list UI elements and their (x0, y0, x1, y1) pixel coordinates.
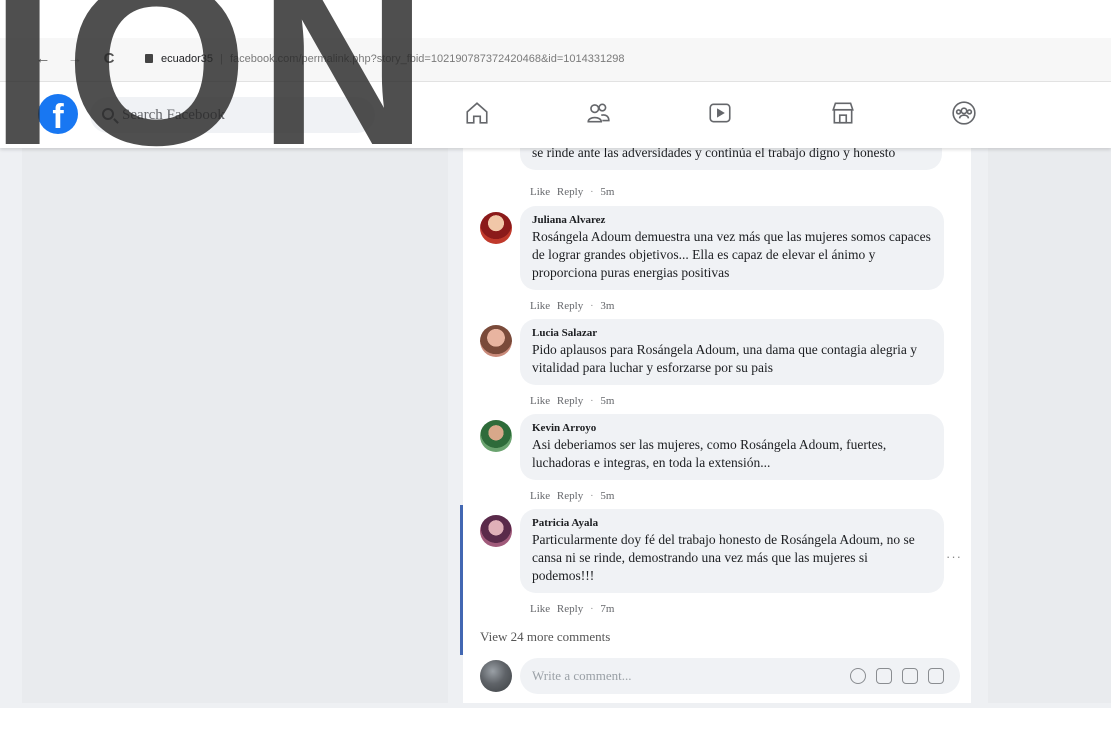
facebook-top-bar: f (0, 82, 1111, 148)
comment-actions: Like Reply · 5m (530, 186, 615, 198)
comment-actions: Like Reply · 5m (530, 395, 615, 407)
reply-link[interactable]: Reply (557, 395, 583, 407)
emoji-icon[interactable] (850, 668, 866, 684)
comment-bubble: Patricia Ayala Particularmente doy fé de… (520, 509, 944, 593)
comment-time[interactable]: 5m (600, 186, 614, 198)
avatar[interactable] (480, 212, 512, 244)
avatar[interactable] (480, 660, 512, 692)
comment-actions: Like Reply · 5m (530, 490, 615, 502)
thread-line (460, 505, 463, 655)
like-link[interactable]: Like (530, 300, 550, 312)
reply-link[interactable]: Reply (557, 490, 583, 502)
left-column (22, 148, 448, 703)
comment-time[interactable]: 5m (600, 490, 614, 502)
comment-composer[interactable] (520, 658, 960, 694)
comment-text: Asi deberiamos ser las mujeres, como Ros… (532, 437, 887, 470)
marketplace-icon[interactable] (830, 100, 860, 130)
comment-bubble: Kevin Arroyo Asi deberiamos ser las muje… (520, 414, 944, 480)
url-domain: ecuador35 (161, 53, 213, 65)
search-icon (102, 108, 114, 120)
avatar[interactable] (480, 325, 512, 357)
right-column (988, 148, 1111, 703)
search-box[interactable] (90, 97, 375, 133)
comment-text: Rosángela Adoum demuestra una vez más qu… (532, 229, 931, 280)
url-separator: | (220, 53, 223, 65)
search-input[interactable] (122, 105, 352, 125)
back-button[interactable]: ← (34, 50, 52, 68)
comment-time[interactable]: 3m (600, 300, 614, 312)
comment-actions: Like Reply · 3m (530, 300, 615, 312)
like-link[interactable]: Like (530, 395, 550, 407)
avatar[interactable] (480, 420, 512, 452)
reply-link[interactable]: Reply (557, 186, 583, 198)
comment-author[interactable]: Patricia Ayala (532, 517, 932, 529)
comment-time[interactable]: 5m (600, 395, 614, 407)
groups-icon[interactable] (951, 100, 981, 130)
comment-actions: Like Reply · 7m (530, 603, 615, 615)
comment-bubble: Juliana Alvarez Rosángela Adoum demuestr… (520, 206, 944, 290)
facebook-logo-icon[interactable]: f (38, 94, 78, 134)
comment-text: Pido aplausos para Rosángela Adoum, una … (532, 342, 918, 375)
url-path: facebook.com/permalink.php?story_fbid=10… (229, 53, 625, 65)
home-icon[interactable] (464, 100, 494, 130)
view-more-comments-link[interactable]: View 24 more comments (480, 629, 610, 645)
gif-icon[interactable] (902, 668, 918, 684)
forward-button[interactable]: → (66, 50, 84, 68)
comment-bubble: Lucia Salazar Pido aplausos para Rosánge… (520, 319, 944, 385)
comment-author[interactable]: Juliana Alvarez (532, 214, 932, 226)
like-link[interactable]: Like (530, 490, 550, 502)
more-options-icon[interactable]: ··· (946, 550, 966, 563)
sticker-icon[interactable] (928, 668, 944, 684)
comment-author[interactable]: Lucia Salazar (532, 327, 932, 339)
like-link[interactable]: Like (530, 186, 550, 198)
comment-time[interactable]: 7m (600, 603, 614, 615)
reply-link[interactable]: Reply (557, 300, 583, 312)
reload-button[interactable]: C (100, 50, 118, 68)
camera-icon[interactable] (876, 668, 892, 684)
like-link[interactable]: Like (530, 603, 550, 615)
comment-author[interactable]: Kevin Arroyo (532, 422, 932, 434)
avatar[interactable] (480, 515, 512, 547)
comment-input[interactable] (532, 667, 812, 685)
reply-link[interactable]: Reply (557, 603, 583, 615)
url-field[interactable]: ecuador35 | facebook.com/permalink.php?s… (145, 49, 845, 69)
lock-icon (145, 54, 153, 63)
watch-icon[interactable] (707, 100, 737, 130)
browser-address-bar: ← → C ecuador35 | facebook.com/permalink… (0, 38, 1111, 82)
friends-icon[interactable] (585, 100, 615, 130)
comment-text: Particularmente doy fé del trabajo hones… (532, 532, 915, 583)
